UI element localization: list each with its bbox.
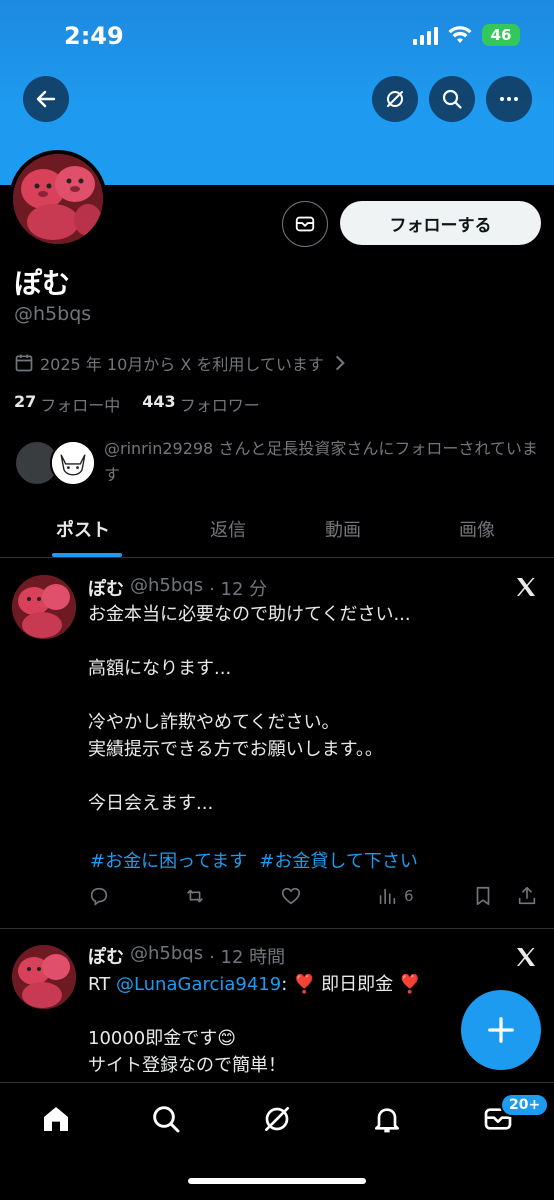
post-text: お金本当に必要なので助けてください... 高額になります... 冷やかし詐欺やめ… <box>88 604 411 814</box>
repost-button[interactable] <box>184 885 206 907</box>
post-author-handle[interactable]: @h5bqs <box>130 943 203 969</box>
tab-images[interactable]: 画像 <box>459 516 495 542</box>
views-button[interactable]: 6 <box>376 885 414 907</box>
follow-stats: 27 フォロー中 443 フォロワー <box>14 392 260 416</box>
post-time: · 12 分 <box>209 579 268 600</box>
following-count[interactable]: 27 <box>14 392 36 416</box>
search-icon[interactable] <box>150 1103 182 1135</box>
profile-avatar[interactable] <box>9 150 107 248</box>
more-button[interactable] <box>486 76 532 122</box>
post-author-name[interactable]: ぽむ <box>88 943 124 969</box>
post-author-name[interactable]: ぽむ <box>88 575 124 601</box>
repost-icon <box>187 889 203 903</box>
plus-icon <box>488 1017 514 1043</box>
messages-badge: 20+ <box>500 1093 550 1117</box>
home-indicator <box>188 1178 366 1184</box>
grok-button[interactable] <box>372 76 418 122</box>
post-item[interactable]: ぽむ @h5bqs · 12 分 お金本当に必要なので助けてください... 高額… <box>0 559 554 929</box>
tab-videos[interactable]: 動画 <box>325 516 361 542</box>
back-button[interactable] <box>23 76 69 122</box>
like-button[interactable] <box>280 885 302 907</box>
post-avatar[interactable] <box>12 945 76 1009</box>
profile-handle: @h5bqs <box>14 303 92 325</box>
reply-button[interactable] <box>88 885 110 907</box>
post-time: · 12 時間 <box>209 947 286 968</box>
tab-replies[interactable]: 返信 <box>210 516 246 542</box>
message-button[interactable] <box>282 201 328 247</box>
rt-text: : ❣️ 即日即金 ❣️ <box>281 974 422 995</box>
share-icon <box>518 886 536 905</box>
home-icon[interactable] <box>40 1103 72 1135</box>
heart-icon <box>281 887 301 905</box>
battery-indicator: 46 <box>482 24 520 46</box>
post-actions: 6 <box>88 885 540 911</box>
followers-label[interactable]: フォロワー <box>180 392 260 416</box>
x-logo-icon <box>517 578 535 596</box>
hashtag-link[interactable]: #お金貸して下さい <box>259 847 418 873</box>
bell-icon[interactable] <box>371 1103 403 1135</box>
mention-link[interactable]: @LunaGarcia9419 <box>116 974 281 995</box>
share-button[interactable] <box>516 885 538 907</box>
reply-icon <box>90 887 108 906</box>
signal-icon <box>413 25 438 45</box>
views-chart-icon <box>379 888 396 905</box>
wifi-icon <box>448 26 472 43</box>
more-icon <box>500 97 518 101</box>
rt-prefix: RT <box>88 974 111 995</box>
mutual-avatar <box>50 440 96 486</box>
search-icon <box>442 89 462 109</box>
follow-button[interactable]: フォローする <box>340 201 541 245</box>
grok-icon <box>387 91 403 107</box>
compose-button[interactable] <box>461 990 541 1070</box>
joined-date[interactable]: 2025 年 10月から X を利用しています <box>14 351 350 375</box>
envelope-icon <box>295 216 315 232</box>
followers-count[interactable]: 443 <box>142 392 175 416</box>
chevron-right-icon <box>335 355 345 371</box>
x-logo-icon <box>517 948 535 966</box>
post-author-handle[interactable]: @h5bqs <box>130 575 203 601</box>
profile-tabs: ポスト 返信 動画 画像 <box>0 500 554 558</box>
tab-posts[interactable]: ポスト <box>56 516 110 542</box>
mutual-followers-text: @rinrin29298 さんと足長投資家さんにフォローされています <box>104 439 538 484</box>
grok-icon[interactable] <box>261 1103 293 1135</box>
bookmark-icon <box>476 886 490 906</box>
views-count: 6 <box>404 887 414 905</box>
active-tab-indicator <box>52 553 122 557</box>
search-button[interactable] <box>429 76 475 122</box>
retweet-line: RT @LunaGarcia9419: ❣️ 即日即金 ❣️ <box>88 971 528 998</box>
calendar-icon <box>15 354 33 372</box>
status-time: 2:49 <box>64 22 124 50</box>
post-avatar[interactable] <box>12 575 76 639</box>
profile-name: ぽむ <box>14 267 71 300</box>
bookmark-button[interactable] <box>472 885 494 907</box>
status-bar: 2:49 46 <box>0 0 554 70</box>
hashtag-link[interactable]: #お金に困ってます <box>90 847 247 873</box>
joined-text: 2025 年 10月から X を利用しています <box>40 355 324 374</box>
back-arrow-icon <box>36 90 56 108</box>
following-label[interactable]: フォロー中 <box>40 392 120 416</box>
